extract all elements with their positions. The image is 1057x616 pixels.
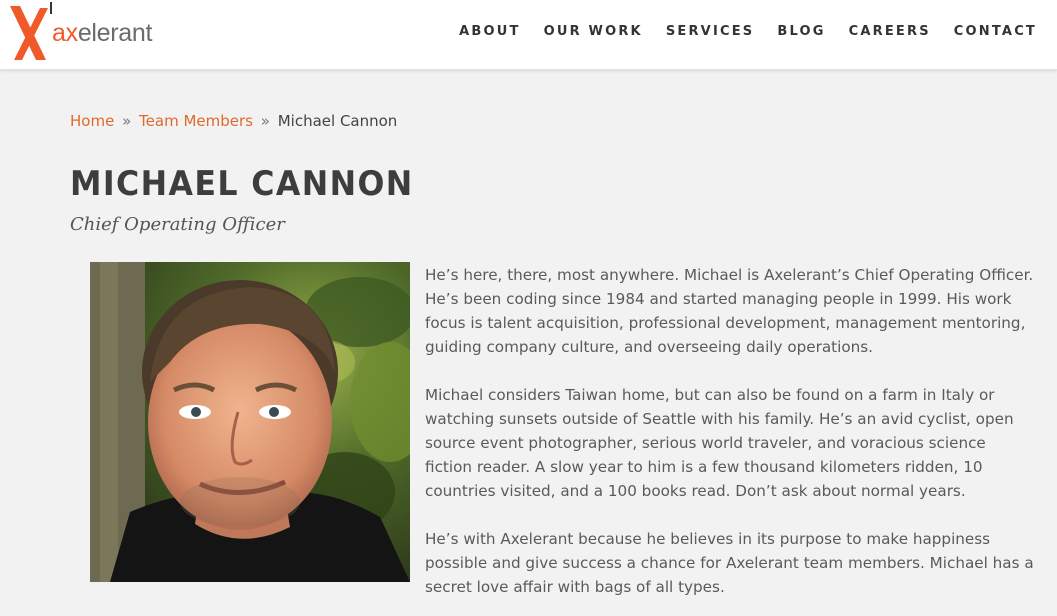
main-nav: ABOUT OUR WORK SERVICES BLOG CAREERS CON…	[436, 22, 1037, 42]
bio-paragraph: Michael considers Taiwan home, but can a…	[425, 386, 1014, 500]
page-title: MICHAEL CANNON	[70, 164, 414, 204]
nav-services[interactable]: SERVICES	[666, 22, 755, 42]
nav-careers[interactable]: CAREERS	[849, 22, 931, 42]
logo-wordmark: axelerant	[52, 19, 152, 48]
nav-blog[interactable]: BLOG	[777, 22, 825, 42]
site-header: axelerant ABOUT OUR WORK SERVICES BLOG C…	[0, 0, 1057, 70]
breadcrumb-home-link[interactable]: Home	[70, 112, 114, 130]
nav-our-work[interactable]: OUR WORK	[544, 22, 643, 42]
logo-wordmark-accent: ax	[52, 19, 78, 47]
nav-contact[interactable]: CONTACT	[954, 22, 1037, 42]
axelerant-logo[interactable]: axelerant	[6, 2, 166, 64]
breadcrumb-current: Michael Cannon	[277, 112, 398, 130]
job-title: Chief Operating Officer	[70, 214, 285, 235]
breadcrumb: Home » Team Members » Michael Cannon	[70, 112, 397, 130]
breadcrumb-separator: »	[260, 112, 270, 130]
logo-wordmark-rest: elerant	[77, 19, 153, 47]
bio-paragraph: He’s here, there, most anywhere. Michael…	[425, 266, 1034, 356]
bio-paragraph: He’s with Axelerant because he believes …	[425, 530, 1034, 596]
bio: He’s here, there, most anywhere. Michael…	[425, 263, 1037, 616]
breadcrumb-separator: »	[122, 112, 132, 130]
nav-about[interactable]: ABOUT	[459, 22, 520, 42]
portrait-photo	[90, 262, 410, 582]
portrait-image	[90, 262, 410, 582]
breadcrumb-team-link[interactable]: Team Members	[139, 112, 253, 130]
